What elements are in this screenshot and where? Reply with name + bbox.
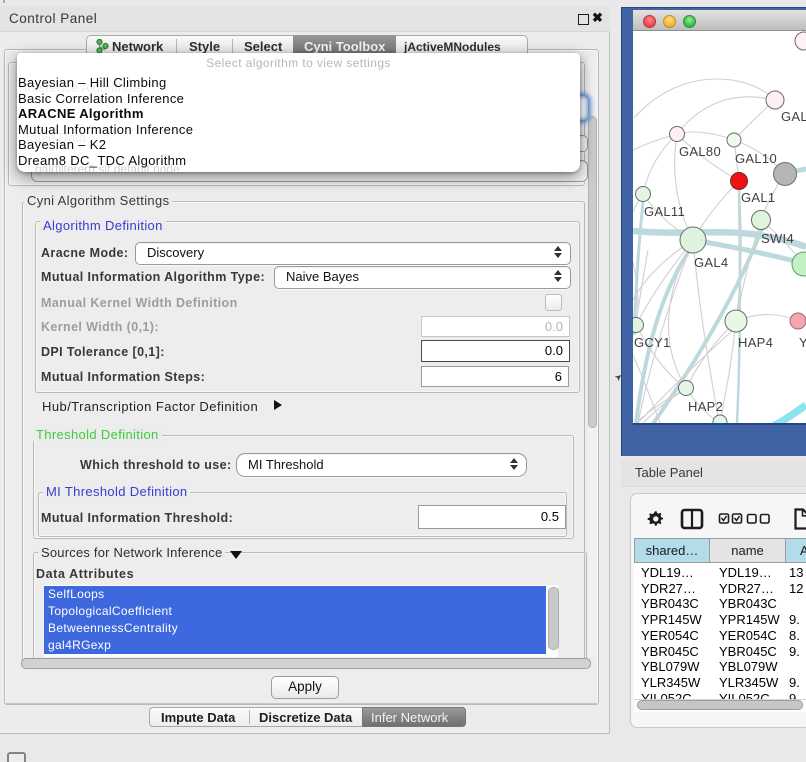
- svg-text:GAL4: GAL4: [694, 255, 728, 270]
- svg-text:GCY1: GCY1: [634, 335, 671, 350]
- svg-text:Y: Y: [799, 335, 806, 350]
- svg-text:GAL10: GAL10: [735, 151, 777, 166]
- svg-text:HAP2: HAP2: [688, 399, 723, 414]
- svg-text:HAP4: HAP4: [738, 335, 773, 350]
- svg-text:GAL11: GAL11: [644, 204, 685, 219]
- svg-text:GAL7: GAL7: [781, 109, 806, 124]
- svg-text:SWI4: SWI4: [761, 231, 794, 246]
- svg-text:GAL1: GAL1: [741, 190, 775, 205]
- svg-text:GAL80: GAL80: [679, 144, 721, 159]
